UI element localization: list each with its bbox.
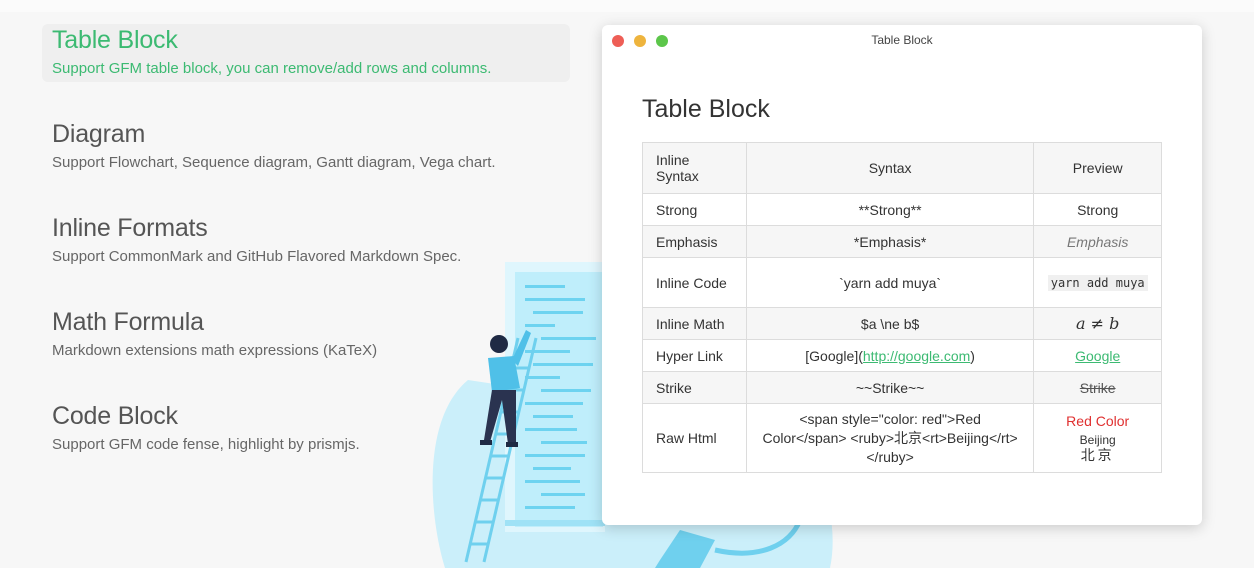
feature-diagram[interactable]: Diagram Support Flowchart, Sequence diag…	[42, 118, 570, 176]
illustration-laptop	[655, 518, 803, 568]
table-row: Emphasis *Emphasis* Emphasis	[642, 225, 1162, 258]
table-cell[interactable]: Hyper Link	[642, 339, 747, 372]
link-syntax-suffix: )	[970, 347, 975, 364]
ruby-preview: Beijing 北京	[1080, 433, 1116, 464]
markdown-table[interactable]: Inline Syntax Syntax Preview Strong **St…	[642, 142, 1162, 473]
feature-description: Support GFM code fense, highlight by pri…	[52, 436, 360, 453]
link-syntax-url[interactable]: http://google.com	[863, 348, 970, 364]
table-row: Strike ~~Strike~~ Strike	[642, 371, 1162, 404]
feature-math-formula[interactable]: Math Formula Markdown extensions math ex…	[42, 306, 570, 364]
top-band	[0, 0, 1254, 12]
feature-inline-formats[interactable]: Inline Formats Support CommonMark and Gi…	[42, 212, 570, 270]
strong-preview: Strong	[1077, 201, 1119, 218]
table-cell[interactable]: Inline Math	[642, 307, 747, 340]
illustration-board	[505, 262, 605, 532]
table-cell[interactable]: Emphasis	[642, 225, 747, 258]
table-cell[interactable]: ~~Strike~~	[745, 371, 1035, 404]
editor-window: Table Block Table Block Inline Syntax Sy…	[602, 25, 1202, 525]
feature-code-block[interactable]: Code Block Support GFM code fense, highl…	[42, 400, 570, 458]
table-row: Inline Math $a \ne b$ a ≠ b	[642, 307, 1162, 340]
table-header-cell[interactable]: Preview	[1033, 142, 1162, 194]
table-cell[interactable]: [Google](http://google.com)	[745, 339, 1035, 372]
table-cell[interactable]: Strike	[642, 371, 747, 404]
feature-description: Support CommonMark and GitHub Flavored M…	[52, 248, 462, 265]
window-title: Table Block	[871, 33, 933, 47]
feature-title: Diagram	[52, 120, 146, 148]
link-syntax-prefix: [Google](	[805, 347, 863, 364]
table-cell[interactable]: Emphasis	[1033, 225, 1162, 258]
table-row: Strong **Strong** Strong	[642, 193, 1162, 226]
illustration-shelf	[505, 520, 605, 526]
table-header-cell[interactable]: Inline Syntax	[642, 142, 747, 194]
strike-preview: Strike	[1079, 379, 1116, 396]
feature-description: Markdown extensions math expressions (Ka…	[52, 342, 378, 359]
table-cell[interactable]: $a \ne b$	[745, 307, 1035, 340]
feature-title: Table Block	[52, 26, 178, 54]
table-header-row: Inline Syntax Syntax Preview	[642, 142, 1162, 194]
table-cell[interactable]: Inline Code	[642, 257, 747, 308]
table-cell[interactable]: Raw Html	[642, 403, 747, 473]
table-header-cell[interactable]: Syntax	[745, 142, 1035, 194]
table-cell[interactable]: Strike	[1033, 371, 1162, 404]
table-row: Hyper Link [Google](http://google.com) G…	[642, 339, 1162, 372]
table-cell[interactable]: yarn add muya	[1033, 257, 1162, 308]
table-cell[interactable]: Red Color Beijing 北京	[1033, 403, 1162, 473]
feature-title: Math Formula	[52, 308, 204, 336]
ruby-base-text: 北京	[1080, 447, 1115, 464]
feature-title: Inline Formats	[52, 214, 208, 242]
raw-html-red-preview: Red Color	[1066, 412, 1130, 429]
emphasis-preview: Emphasis	[1066, 233, 1129, 250]
table-cell[interactable]: Strong	[1033, 193, 1162, 226]
table-cell[interactable]: `yarn add muya`	[745, 257, 1035, 308]
document-heading[interactable]: Table Block	[642, 95, 770, 124]
table-cell[interactable]: *Emphasis*	[745, 225, 1035, 258]
feature-description: Support GFM table block, you can remove/…	[52, 60, 492, 77]
table-cell[interactable]: a ≠ b	[1033, 307, 1162, 340]
feature-description: Support Flowchart, Sequence diagram, Gan…	[52, 154, 496, 171]
table-cell[interactable]: <span style="color: red">Red Color</span…	[745, 403, 1035, 473]
link-preview[interactable]: Google	[1075, 348, 1120, 364]
table-row: Inline Code `yarn add muya` yarn add muy…	[642, 257, 1162, 308]
ruby-annotation: Beijing	[1079, 432, 1116, 447]
table-cell[interactable]: **Strong**	[745, 193, 1035, 226]
feature-table-block[interactable]: Table Block Support GFM table block, you…	[42, 24, 570, 82]
math-preview: a ≠ b	[1076, 314, 1120, 333]
feature-title: Code Block	[52, 402, 178, 430]
table-row: Raw Html <span style="color: red">Red Co…	[642, 403, 1162, 473]
table-cell[interactable]: Google	[1033, 339, 1162, 372]
inline-code-preview: yarn add muya	[1047, 274, 1148, 291]
table-cell[interactable]: Strong	[642, 193, 747, 226]
